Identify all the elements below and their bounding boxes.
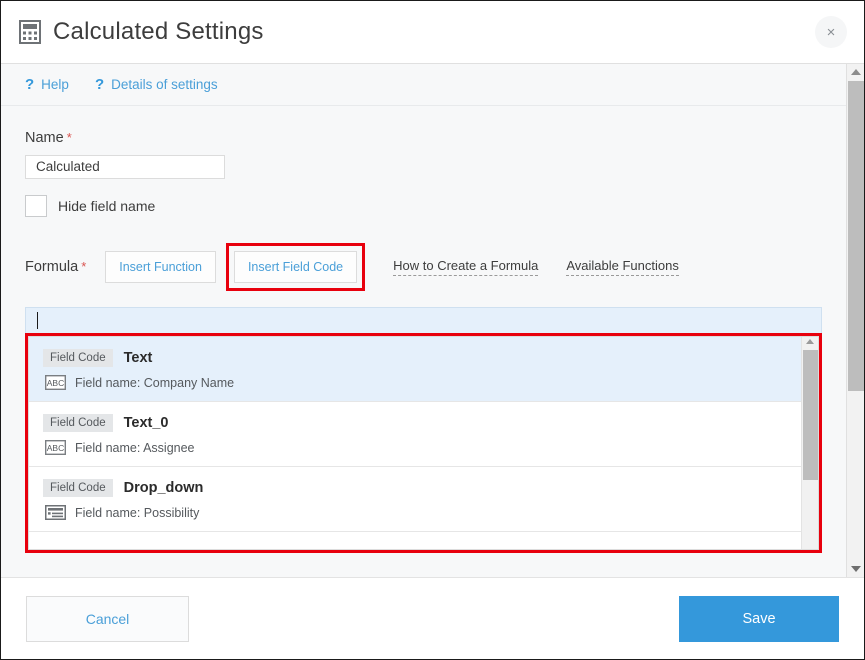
question-mark-icon: ? [95, 76, 104, 93]
help-link[interactable]: ? Help [25, 76, 69, 93]
formula-label-text: Formula [25, 259, 78, 275]
settings-form: Name* Hide field name Formula* Insert Fu… [1, 106, 846, 577]
details-of-settings-link[interactable]: ? Details of settings [95, 76, 218, 93]
available-functions-link[interactable]: Available Functions [566, 258, 679, 276]
list-item-detail: ABC Field name: Assignee [43, 440, 787, 455]
hide-field-name-row[interactable]: Hide field name [25, 195, 822, 217]
field-code-badge: Field Code [43, 479, 113, 497]
close-icon: × [827, 25, 836, 40]
scrollbar-thumb[interactable] [803, 350, 818, 480]
field-name-text: Field name: Assignee [75, 441, 195, 455]
dialog-body: ? Help ? Details of settings Name* Hide … [1, 64, 864, 577]
text-caret [37, 312, 38, 329]
suggestion-items: Field Code Text ABC Field name: Company … [29, 337, 801, 549]
suggestion-list-scrollbar[interactable] [801, 337, 818, 549]
list-item-header: Field Code Text [43, 349, 787, 367]
field-code-badge: Field Code [43, 349, 113, 367]
scroll-down-arrow-icon[interactable] [851, 566, 861, 572]
abc-text-icon: ABC [45, 440, 66, 455]
name-input[interactable] [25, 155, 225, 179]
details-of-settings-label: Details of settings [111, 77, 218, 92]
svg-text:ABC: ABC [47, 378, 64, 388]
formula-input[interactable] [25, 307, 822, 333]
scroll-up-arrow-icon[interactable] [851, 69, 861, 75]
list-item-header: Field Code Drop_down [43, 479, 787, 497]
calculated-settings-dialog: Calculated Settings × ? Help ? Details o… [0, 0, 865, 660]
name-label: Name* [25, 130, 822, 146]
svg-text:ABC: ABC [47, 443, 64, 453]
insert-field-code-button[interactable]: Insert Field Code [234, 251, 357, 283]
hide-field-name-label: Hide field name [58, 198, 155, 214]
close-button[interactable]: × [815, 16, 847, 48]
field-code-value: Drop_down [124, 480, 204, 496]
calculator-icon [19, 20, 41, 44]
help-bar: ? Help ? Details of settings [1, 64, 846, 106]
list-item[interactable]: Field Code Text_0 ABC Field name: Assign… [29, 402, 801, 467]
field-name-text: Field name: Company Name [75, 376, 234, 390]
dialog-scrollbar[interactable] [846, 64, 864, 577]
question-mark-icon: ? [25, 76, 34, 93]
field-code-suggestion-list: Field Code Text ABC Field name: Company … [28, 336, 819, 550]
field-code-value: Text_0 [124, 415, 169, 431]
list-item[interactable]: Field Code Text ABC Field name: Company … [29, 337, 801, 402]
dialog-footer: Cancel Save [1, 577, 864, 659]
list-item-detail: ABC Field name: Company Name [43, 375, 787, 390]
how-to-create-formula-link[interactable]: How to Create a Formula [393, 258, 538, 276]
formula-toolbar: Formula* Insert Function Insert Field Co… [25, 243, 822, 291]
name-label-text: Name [25, 130, 64, 146]
field-code-list-highlight: Field Code Text ABC Field name: Company … [25, 333, 822, 553]
formula-label: Formula* [25, 259, 86, 275]
cancel-button[interactable]: Cancel [26, 596, 189, 642]
list-item-detail: Field name: Possibility [43, 505, 787, 520]
save-button[interactable]: Save [679, 596, 839, 642]
field-code-value: Text [124, 350, 153, 366]
list-item[interactable]: Field Code Drop_down [29, 467, 801, 532]
required-asterisk: * [67, 130, 72, 145]
list-item-header: Field Code Text_0 [43, 414, 787, 432]
field-name-text: Field name: Possibility [75, 506, 199, 520]
scrollbar-thumb[interactable] [848, 81, 864, 391]
dialog-titlebar: Calculated Settings × [1, 1, 864, 64]
required-asterisk: * [81, 259, 86, 274]
dialog-content: ? Help ? Details of settings Name* Hide … [1, 64, 846, 577]
field-code-badge: Field Code [43, 414, 113, 432]
scroll-up-arrow-icon[interactable] [806, 339, 814, 344]
insert-field-code-highlight: Insert Field Code [226, 243, 365, 291]
dialog-title: Calculated Settings [53, 18, 264, 46]
dropdown-list-icon [45, 505, 66, 520]
help-link-label: Help [41, 77, 69, 92]
abc-text-icon: ABC [45, 375, 66, 390]
insert-function-button[interactable]: Insert Function [105, 251, 216, 283]
hide-field-name-checkbox[interactable] [25, 195, 47, 217]
